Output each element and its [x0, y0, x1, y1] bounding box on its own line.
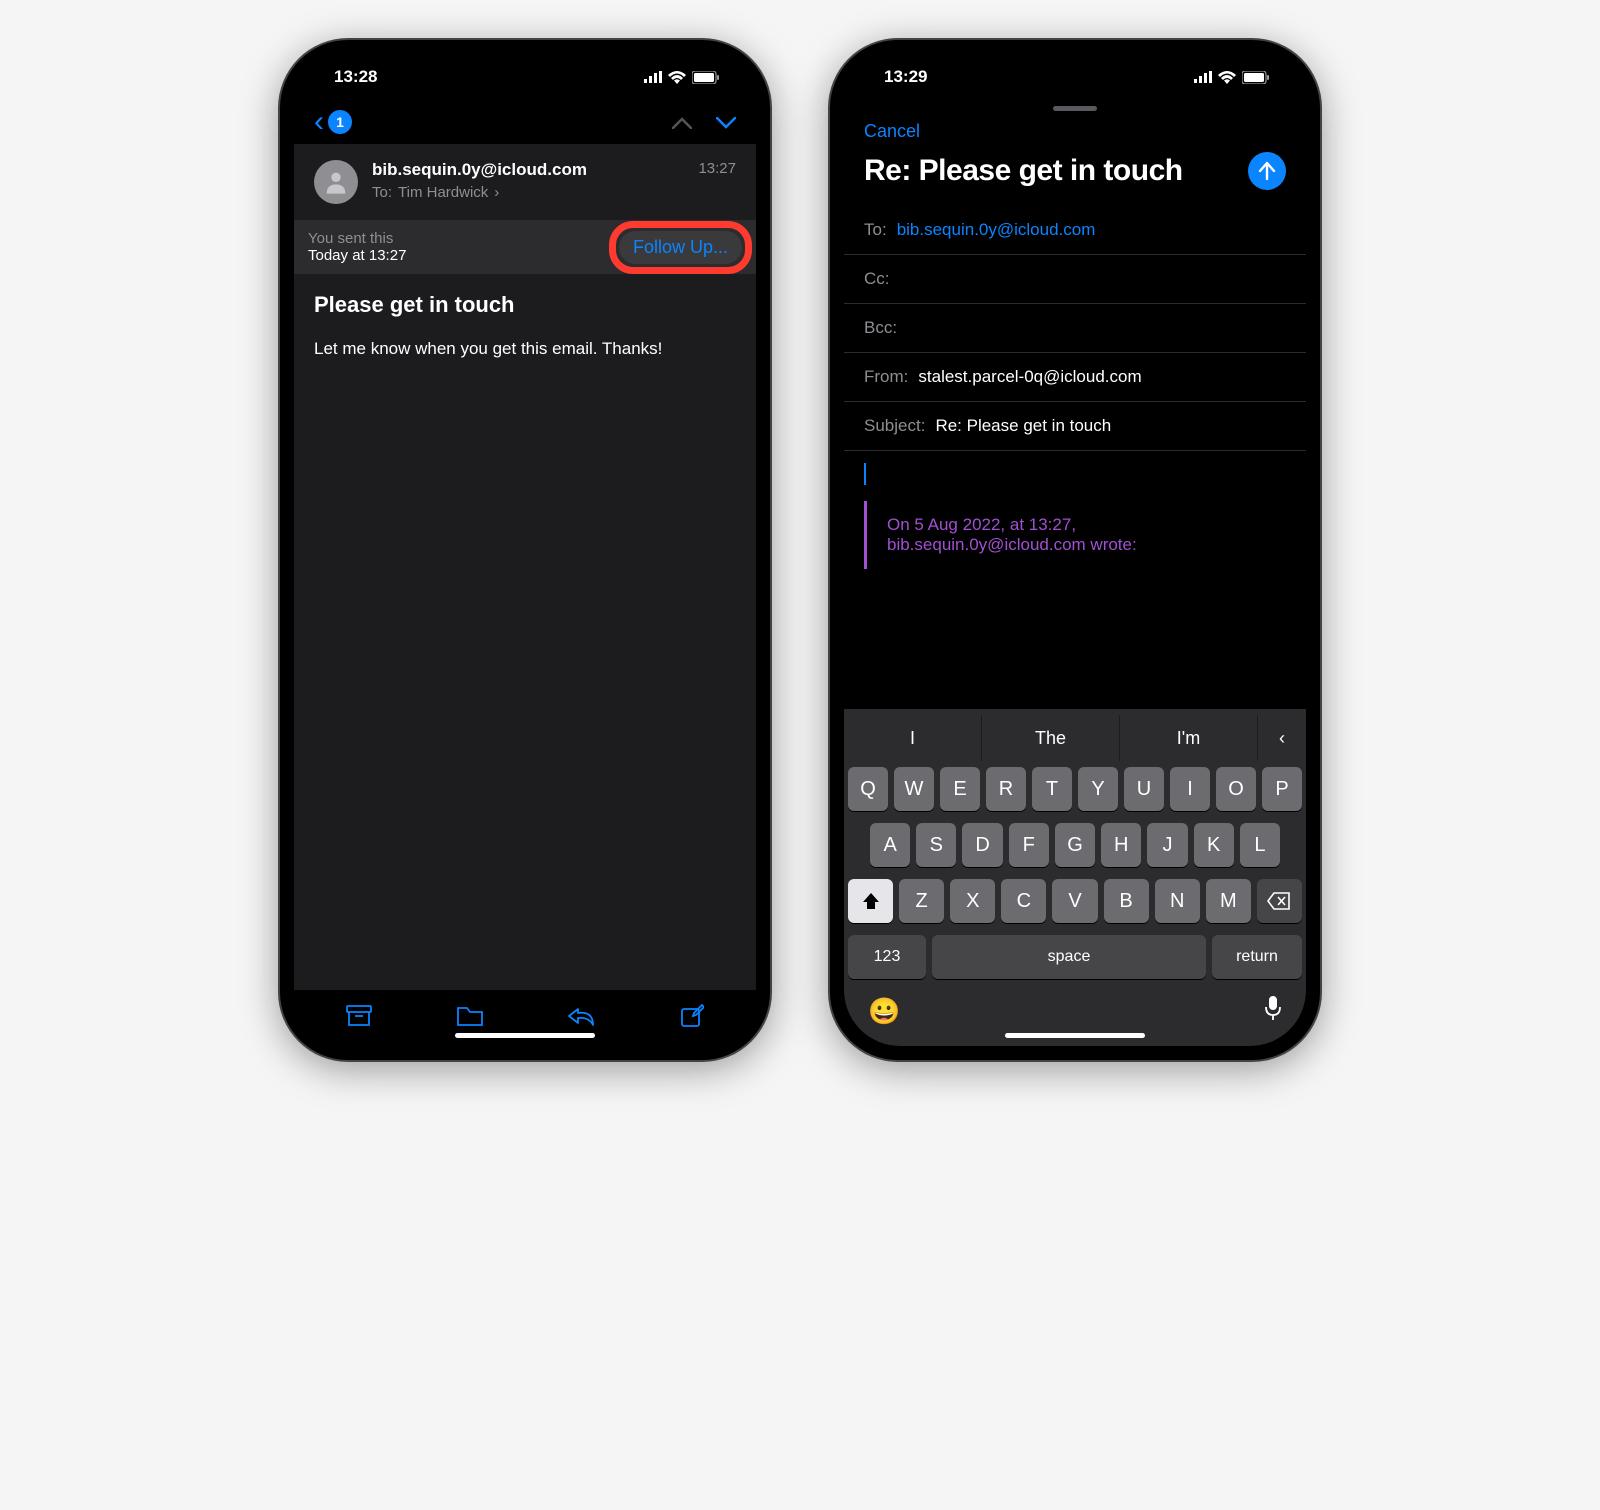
- to-label: To:: [864, 220, 887, 240]
- key-f[interactable]: F: [1009, 823, 1049, 867]
- key-s[interactable]: S: [916, 823, 956, 867]
- quote-line1: On 5 Aug 2022, at 13:27,: [887, 515, 1266, 535]
- bcc-field[interactable]: Bcc:: [844, 304, 1306, 353]
- message-header: bib.sequin.0y@icloud.com 13:27 To: Tim H…: [294, 144, 756, 220]
- battery-icon: [1242, 71, 1270, 84]
- banner-line1: You sent this: [308, 230, 406, 247]
- chevron-right-icon: ›: [494, 184, 499, 201]
- back-button[interactable]: ‹ 1: [314, 107, 352, 137]
- key-z[interactable]: Z: [899, 879, 944, 923]
- key-b[interactable]: B: [1104, 879, 1149, 923]
- key-l[interactable]: L: [1240, 823, 1280, 867]
- banner-line2: Today at 13:27: [308, 247, 406, 264]
- subject: Please get in touch: [314, 292, 736, 318]
- to-name: Tim Hardwick: [398, 184, 488, 201]
- cancel-button[interactable]: Cancel: [864, 121, 920, 141]
- key-m[interactable]: M: [1206, 879, 1251, 923]
- space-key[interactable]: space: [932, 935, 1206, 979]
- key-r[interactable]: R: [986, 767, 1026, 811]
- key-n[interactable]: N: [1155, 879, 1200, 923]
- unread-badge: 1: [328, 110, 352, 134]
- key-t[interactable]: T: [1032, 767, 1072, 811]
- annotation-highlight: [609, 221, 752, 274]
- key-q[interactable]: Q: [848, 767, 888, 811]
- wifi-icon: [1218, 71, 1236, 84]
- from-field[interactable]: From: stalest.parcel-0q@icloud.com: [844, 353, 1306, 402]
- signal-icon: [1194, 71, 1212, 83]
- return-key[interactable]: return: [1212, 935, 1302, 979]
- key-row-3: Z X C V B N M: [844, 873, 1306, 929]
- key-v[interactable]: V: [1052, 879, 1097, 923]
- subject-label: Subject:: [864, 416, 925, 436]
- key-d[interactable]: D: [962, 823, 1002, 867]
- compose-icon[interactable]: [680, 1004, 704, 1033]
- phone-mail-view: 13:28 ‹ 1: [280, 40, 770, 1060]
- suggestion-3[interactable]: I'm: [1120, 715, 1258, 761]
- cc-label: Cc:: [864, 269, 890, 289]
- key-u[interactable]: U: [1124, 767, 1164, 811]
- followup-banner: You sent this Today at 13:27 Follow Up..…: [294, 220, 756, 274]
- to-line[interactable]: To: Tim Hardwick ›: [372, 184, 736, 201]
- next-message-button[interactable]: [716, 109, 736, 135]
- signal-icon: [644, 71, 662, 83]
- to-field[interactable]: To: bib.sequin.0y@icloud.com: [844, 206, 1306, 255]
- status-time: 13:29: [884, 67, 927, 87]
- key-row-4: 123 space return: [844, 929, 1306, 985]
- phone-compose-view: 13:29 Cancel Re: Please get in touch To:…: [830, 40, 1320, 1060]
- key-c[interactable]: C: [1001, 879, 1046, 923]
- suggestion-2[interactable]: The: [982, 715, 1120, 761]
- message-time: 13:27: [698, 160, 736, 180]
- message-body: Let me know when you get this email. Tha…: [314, 336, 736, 362]
- from-address[interactable]: bib.sequin.0y@icloud.com: [372, 160, 587, 180]
- avatar[interactable]: [314, 160, 358, 204]
- key-j[interactable]: J: [1147, 823, 1187, 867]
- keyboard-collapse-button[interactable]: ‹: [1258, 715, 1306, 761]
- quoted-text[interactable]: On 5 Aug 2022, at 13:27, bib.sequin.0y@i…: [864, 501, 1286, 569]
- compose-title: Re: Please get in touch: [864, 154, 1183, 188]
- key-i[interactable]: I: [1170, 767, 1210, 811]
- key-x[interactable]: X: [950, 879, 995, 923]
- to-value: bib.sequin.0y@icloud.com: [897, 220, 1096, 240]
- status-time: 13:28: [334, 67, 377, 87]
- reply-icon[interactable]: [567, 1005, 595, 1032]
- key-k[interactable]: K: [1194, 823, 1234, 867]
- key-g[interactable]: G: [1055, 823, 1095, 867]
- key-w[interactable]: W: [894, 767, 934, 811]
- to-label: To:: [372, 184, 392, 201]
- send-button[interactable]: [1248, 152, 1286, 190]
- bcc-label: Bcc:: [864, 318, 897, 338]
- home-indicator[interactable]: [455, 1033, 595, 1038]
- from-label: From:: [864, 367, 908, 387]
- move-icon[interactable]: [457, 1005, 483, 1032]
- wifi-icon: [668, 71, 686, 84]
- from-value: stalest.parcel-0q@icloud.com: [918, 367, 1141, 387]
- subject-field[interactable]: Subject: Re: Please get in touch: [844, 402, 1306, 451]
- keyboard: I The I'm ‹ Q W E R T Y U I O P A S D: [844, 709, 1306, 1046]
- dictation-key[interactable]: [1264, 995, 1282, 1028]
- key-row-1: Q W E R T Y U I O P: [844, 761, 1306, 817]
- battery-icon: [692, 71, 720, 84]
- home-indicator[interactable]: [1005, 1033, 1145, 1038]
- key-p[interactable]: P: [1262, 767, 1302, 811]
- numbers-key[interactable]: 123: [848, 935, 926, 979]
- shift-key[interactable]: [848, 879, 893, 923]
- arrow-up-icon: [1257, 161, 1277, 181]
- key-o[interactable]: O: [1216, 767, 1256, 811]
- prev-message-button[interactable]: [672, 109, 692, 135]
- key-y[interactable]: Y: [1078, 767, 1118, 811]
- key-e[interactable]: E: [940, 767, 980, 811]
- archive-icon[interactable]: [346, 1005, 372, 1032]
- quote-line2: bib.sequin.0y@icloud.com wrote:: [887, 535, 1266, 555]
- key-h[interactable]: H: [1101, 823, 1141, 867]
- text-cursor: [864, 463, 866, 485]
- followup-button[interactable]: Follow Up...: [619, 231, 742, 264]
- emoji-key[interactable]: 😀: [868, 996, 900, 1027]
- key-row-2: A S D F G H J K L: [844, 817, 1306, 873]
- cc-field[interactable]: Cc:: [844, 255, 1306, 304]
- key-a[interactable]: A: [870, 823, 910, 867]
- suggestion-1[interactable]: I: [844, 715, 982, 761]
- backspace-key[interactable]: [1257, 879, 1302, 923]
- subject-value: Re: Please get in touch: [935, 416, 1111, 436]
- chevron-left-icon: ‹: [314, 107, 324, 137]
